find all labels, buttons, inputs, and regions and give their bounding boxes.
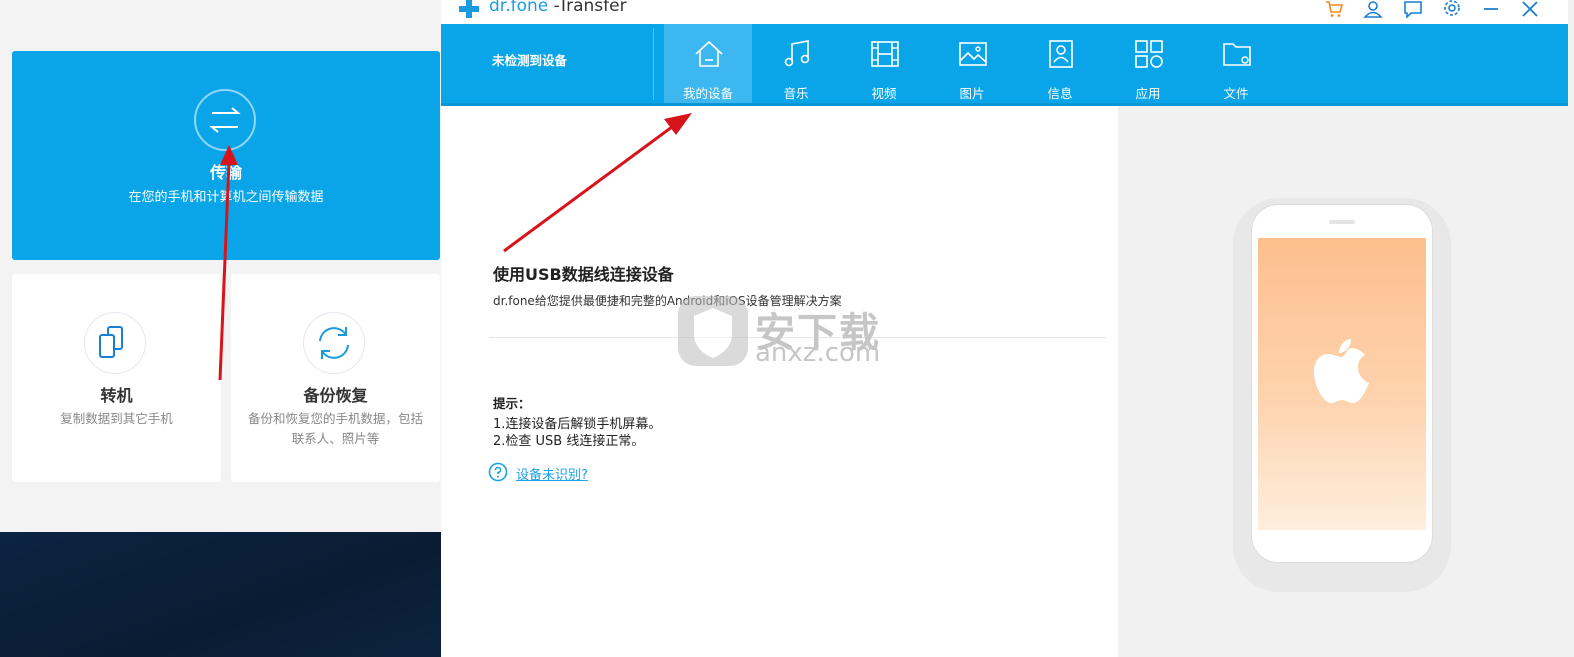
device-not-recognized-link[interactable]: 设备未识别?	[516, 464, 588, 483]
tab-label: 视频	[871, 86, 897, 101]
tab-label: 信息	[1047, 86, 1073, 101]
phone-illustration	[1252, 205, 1432, 562]
folder-icon	[1223, 43, 1251, 66]
transfer-description: 在您的手机和计算机之间传输数据	[128, 190, 324, 205]
tip-check-usb: 2.检查 USB 线连接正常。	[493, 434, 645, 449]
minimize-icon[interactable]	[1480, 0, 1502, 18]
window-title: dr.fone -Transfer	[489, 0, 627, 16]
phone-switch-icon	[84, 312, 146, 374]
backup-restore-icon	[303, 312, 365, 374]
tab-label: 文件	[1223, 86, 1249, 101]
transfer-title: 传输	[209, 163, 242, 182]
feedback-icon[interactable]	[1402, 0, 1424, 18]
title-bar: dr.fone -Transfer	[441, 0, 1568, 24]
background-app-window: 传输 在您的手机和计算机之间传输数据 转机 复制数据到其它手机 备份恢复 备份和…	[0, 0, 445, 657]
device-status: 未检测到设备	[492, 53, 568, 68]
transfer-card[interactable]: 传输 在您的手机和计算机之间传输数据	[12, 51, 440, 260]
contact-card-icon	[1049, 40, 1073, 68]
background-footer	[0, 532, 445, 657]
gear-icon[interactable]	[1441, 0, 1463, 18]
connect-title: 使用USB数据线连接设备	[493, 265, 674, 284]
phone-speaker	[1329, 220, 1355, 224]
watermark-subtext: anxz.com	[755, 338, 881, 368]
drfone-logo-icon	[459, 0, 479, 18]
app-title-suffix: -Transfer	[548, 0, 627, 16]
help-icon[interactable]	[488, 462, 508, 482]
tab-label: 应用	[1135, 86, 1161, 101]
tab-music[interactable]: 音乐	[752, 24, 840, 106]
backup-desc-line-2: 联系人、照片等	[291, 431, 380, 446]
tips-title: 提示：	[493, 396, 531, 411]
app-logo-text: dr.fone	[489, 0, 549, 16]
drfone-transfer-window: dr.fone -Transfer 未检测到设备 我的设备 音乐 视频 图片 信…	[441, 0, 1568, 657]
device-preview-pane	[1118, 106, 1568, 657]
close-icon[interactable]	[1519, 0, 1541, 18]
backup-restore-card[interactable]: 备份恢复 备份和恢复您的手机数据，包括 联系人、照片等	[231, 274, 440, 482]
backup-restore-description: 备份和恢复您的手机数据，包括 联系人、照片等	[241, 409, 430, 449]
header-bar: 未检测到设备 我的设备 音乐 视频 图片 信息 应用 文件	[441, 24, 1568, 106]
image-icon	[959, 42, 987, 66]
tab-photos[interactable]: 图片	[928, 24, 1016, 106]
phone-switch-description: 复制数据到其它手机	[60, 411, 173, 426]
tab-my-device[interactable]: 我的设备	[664, 24, 752, 106]
film-icon	[871, 41, 899, 67]
music-icon	[784, 40, 810, 67]
tab-files[interactable]: 文件	[1192, 24, 1280, 106]
home-icon	[695, 40, 723, 67]
connect-instructions-panel: 使用USB数据线连接设备 dr.fone给您提供最便捷和完整的Android和i…	[441, 106, 1118, 657]
backup-desc-line-1: 备份和恢复您的手机数据，包括	[247, 411, 423, 426]
phone-screen	[1258, 238, 1426, 530]
phone-switch-title: 转机	[100, 386, 133, 405]
apps-icon	[1135, 40, 1163, 68]
cart-icon[interactable]	[1323, 0, 1345, 18]
tab-label: 图片	[959, 86, 985, 101]
backup-restore-title: 备份恢复	[303, 386, 368, 405]
tab-label: 音乐	[783, 86, 809, 101]
transfer-arrows-icon	[194, 89, 256, 151]
header-divider	[653, 28, 654, 100]
user-icon[interactable]	[1362, 0, 1384, 18]
tab-messages[interactable]: 信息	[1016, 24, 1104, 106]
tab-label: 我的设备	[682, 86, 733, 101]
tab-video[interactable]: 视频	[840, 24, 928, 106]
tab-apps[interactable]: 应用	[1104, 24, 1192, 106]
phone-switch-card[interactable]: 转机 复制数据到其它手机	[12, 274, 221, 482]
apple-logo-icon	[1314, 339, 1369, 403]
